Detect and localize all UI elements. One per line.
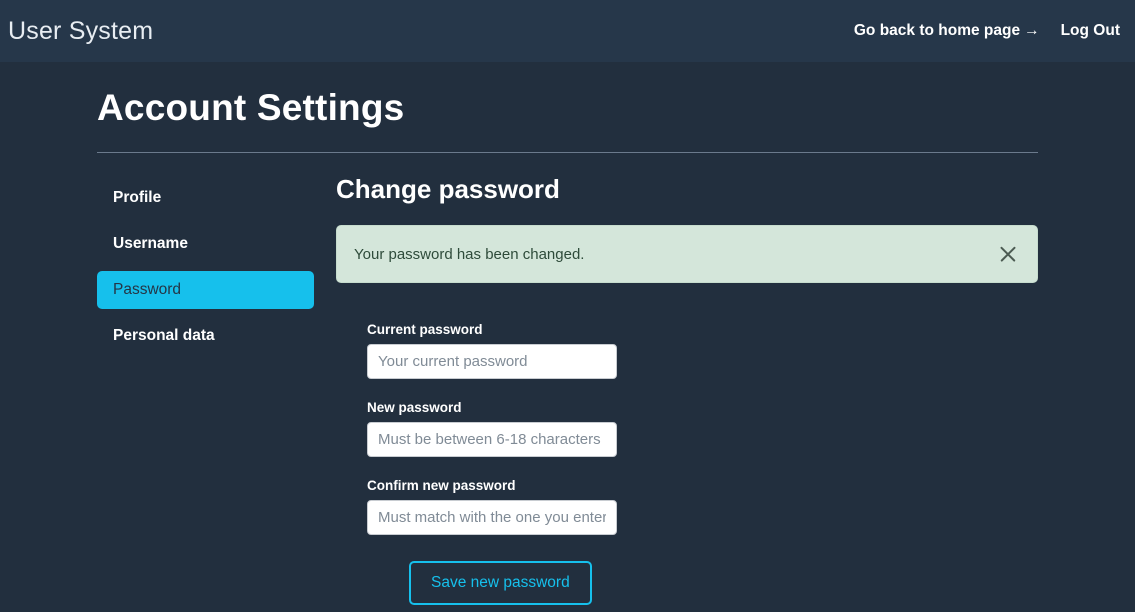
alert-message: Your password has been changed. bbox=[354, 245, 585, 263]
settings-sidebar: Profile Username Password Personal data bbox=[97, 175, 335, 605]
confirm-new-password-label: Confirm new password bbox=[367, 478, 516, 494]
confirm-new-password-input[interactable] bbox=[367, 500, 617, 536]
home-link[interactable]: Go back to home page → bbox=[854, 22, 1040, 40]
sidebar-item-password[interactable]: Password bbox=[97, 270, 314, 309]
home-link-label: Go back to home page bbox=[853, 22, 1021, 39]
field-confirm-new-password: Confirm new password bbox=[367, 478, 1038, 536]
close-icon[interactable] bbox=[995, 241, 1021, 267]
page-body: Account Settings Profile Username Passwo… bbox=[0, 62, 1135, 605]
header-nav-links: Go back to home page → Log Out bbox=[854, 22, 1120, 40]
save-new-password-button[interactable]: Save new password bbox=[409, 561, 592, 605]
field-new-password: New password bbox=[367, 400, 1038, 458]
sidebar-item-profile[interactable]: Profile bbox=[97, 179, 335, 217]
new-password-input[interactable] bbox=[367, 422, 617, 458]
sidebar-item-username[interactable]: Username bbox=[97, 225, 335, 263]
change-password-form: Current password New password Confirm ne… bbox=[336, 322, 1038, 605]
page-title: Account Settings bbox=[97, 87, 405, 128]
section-title: Change password bbox=[336, 173, 560, 204]
top-header-bar: User System Go back to home page → Log Ou… bbox=[0, 0, 1135, 62]
sidebar-item-personal-data[interactable]: Personal data bbox=[97, 317, 335, 355]
change-password-panel: Change password Your password has been c… bbox=[335, 175, 1038, 605]
logout-link[interactable]: Log Out bbox=[1061, 22, 1120, 40]
title-divider bbox=[97, 151, 1038, 153]
submit-row: Save new password bbox=[367, 561, 1038, 605]
content-columns: Profile Username Password Personal data … bbox=[97, 175, 1038, 605]
field-current-password: Current password bbox=[367, 322, 1038, 380]
current-password-input[interactable] bbox=[367, 344, 617, 380]
current-password-label: Current password bbox=[367, 322, 483, 338]
page-content-wrapper: Account Settings Profile Username Passwo… bbox=[97, 87, 1038, 605]
arrow-right-icon: → bbox=[1024, 22, 1040, 39]
success-alert: Your password has been changed. bbox=[336, 225, 1038, 284]
app-brand-title: User System bbox=[8, 16, 154, 45]
new-password-label: New password bbox=[367, 400, 462, 416]
